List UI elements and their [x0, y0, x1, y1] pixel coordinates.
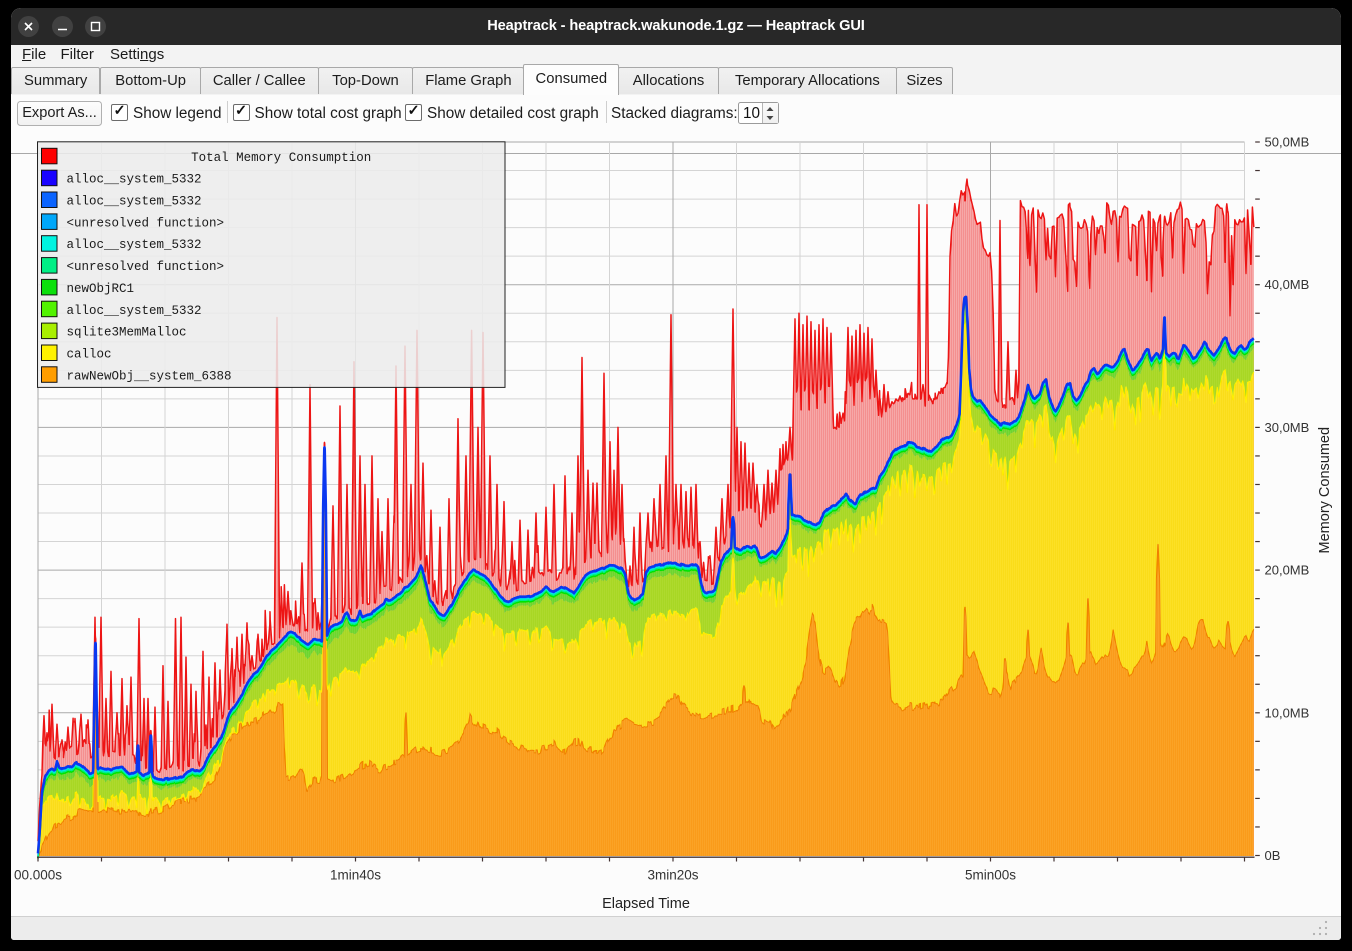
svg-text:alloc__system_5332: alloc__system_5332 [67, 238, 202, 252]
svg-text:40,0MB: 40,0MB [1265, 277, 1310, 292]
svg-text:sqlite3MemMalloc: sqlite3MemMalloc [67, 326, 187, 340]
svg-text:30,0MB: 30,0MB [1265, 420, 1310, 435]
svg-text:0B: 0B [1265, 848, 1281, 863]
svg-text:alloc__system_5332: alloc__system_5332 [67, 195, 202, 209]
svg-text:1min40s: 1min40s [330, 868, 381, 883]
svg-text:newObjRC1: newObjRC1 [67, 282, 135, 296]
svg-text:calloc: calloc [67, 348, 112, 362]
svg-text:10,0MB: 10,0MB [1265, 705, 1310, 720]
svg-text:20,0MB: 20,0MB [1265, 563, 1310, 578]
svg-text:alloc__system_5332: alloc__system_5332 [67, 304, 202, 318]
svg-text:Memory Consumed: Memory Consumed [1317, 427, 1333, 554]
svg-text:3min20s: 3min20s [647, 868, 698, 883]
svg-text:alloc__system_5332: alloc__system_5332 [67, 173, 202, 187]
svg-text:50,0MB: 50,0MB [1265, 135, 1310, 150]
svg-text:<unresolved function>: <unresolved function> [67, 260, 225, 274]
svg-text:rawNewObj__system_6388: rawNewObj__system_6388 [67, 369, 232, 383]
svg-text:Elapsed Time: Elapsed Time [602, 896, 690, 912]
svg-text:<unresolved function>: <unresolved function> [67, 216, 225, 230]
svg-text:Total Memory Consumption: Total Memory Consumption [191, 151, 371, 165]
svg-text:00.000s: 00.000s [14, 868, 62, 883]
svg-text:5min00s: 5min00s [965, 868, 1016, 883]
